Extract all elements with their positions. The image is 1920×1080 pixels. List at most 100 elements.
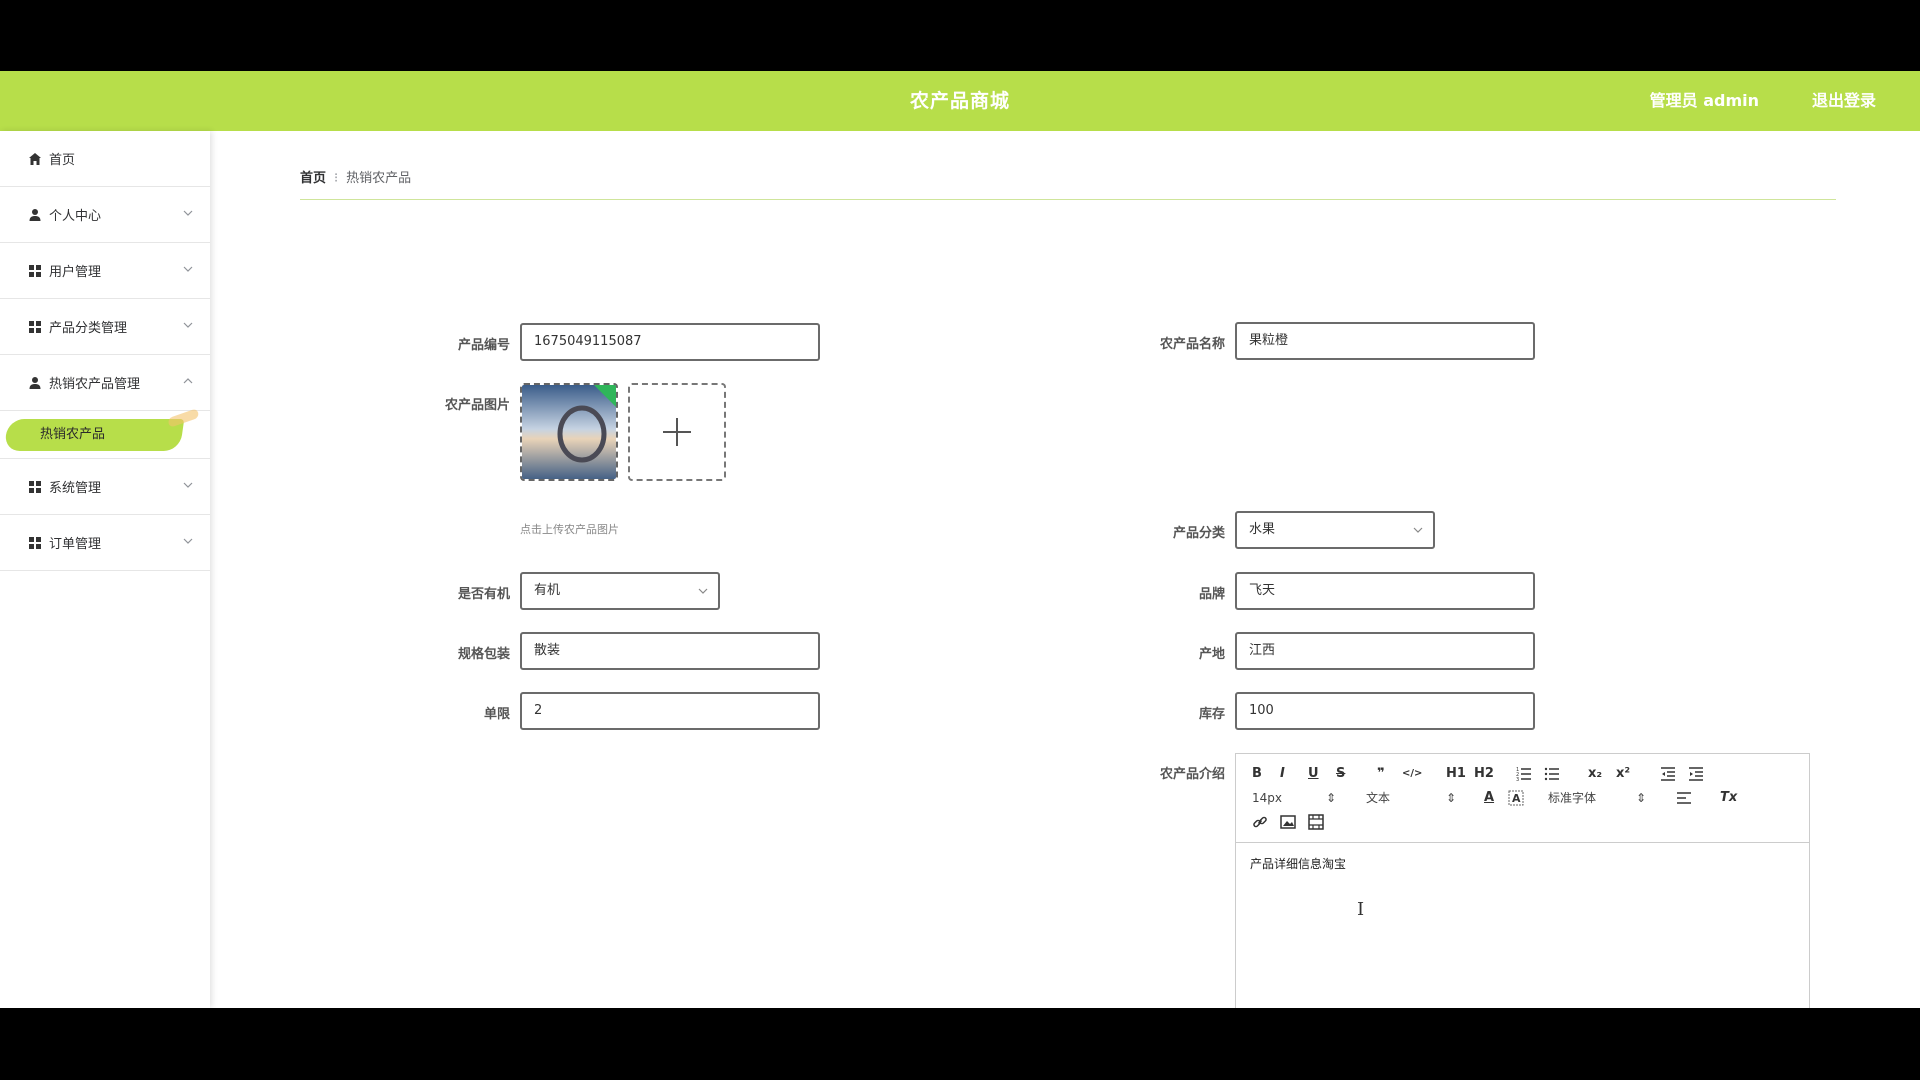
package-input[interactable]: 散装 (520, 632, 820, 670)
breadcrumb-home[interactable]: 首页 (300, 171, 326, 186)
home-icon (28, 152, 42, 166)
main-content: 首页 ⁝ 热销农产品 产品编号 1675049115087 农产品图片 点击上传… (210, 131, 1920, 1008)
organic-label: 是否有机 (457, 587, 510, 602)
user-icon (28, 208, 42, 222)
stock-input[interactable]: 100 (1235, 692, 1535, 730)
font-size-select[interactable]: 14px (1252, 790, 1282, 806)
sidebar-item-user-management[interactable]: 用户管理 (0, 243, 210, 299)
bullet-list-icon[interactable] (1544, 766, 1560, 786)
clear-format-icon[interactable]: Tx (1720, 790, 1737, 806)
category-select[interactable]: 水果 (1235, 511, 1435, 549)
sidebar-subitem-hot-products[interactable]: 热销农产品 (0, 411, 210, 459)
product-image-thumbnail[interactable] (520, 383, 618, 481)
limit-input[interactable]: 2 (520, 692, 820, 730)
svg-text:3: 3 (1516, 777, 1519, 782)
admin-user-label[interactable]: 管理员 admin (1650, 71, 1759, 131)
subscript-icon[interactable]: x₂ (1588, 766, 1602, 782)
superscript-icon[interactable]: x² (1616, 766, 1630, 782)
upload-add-button[interactable] (628, 383, 726, 481)
sidebar-item-label: 首页 (49, 153, 76, 168)
italic-icon[interactable]: I (1280, 766, 1285, 782)
grid-icon (28, 536, 42, 550)
grid-icon (28, 264, 42, 278)
grid-icon (28, 480, 42, 494)
product-name-input[interactable]: 果粒橙 (1235, 322, 1535, 360)
sidebar-item-category-management[interactable]: 产品分类管理 (0, 299, 210, 355)
origin-input[interactable]: 江西 (1235, 632, 1535, 670)
sidebar-item-order-management[interactable]: 订单管理 (0, 515, 210, 571)
text-cursor-icon: I (1357, 899, 1365, 920)
sidebar: 首页 个人中心 用户管理 产品分类管理 热销农产品管理 热销农产品 系统管理 订… (0, 131, 210, 1008)
h2-icon[interactable]: H2 (1474, 766, 1494, 782)
font-family-select[interactable]: 标准字体 (1548, 790, 1596, 806)
format-select[interactable]: 文本 (1366, 790, 1390, 806)
product-name-label: 农产品名称 (1159, 337, 1225, 352)
top-header: 农产品商城 管理员 admin 退出登录 (0, 71, 1920, 131)
breadcrumb-divider (300, 199, 1836, 200)
sidebar-item-home[interactable]: 首页 (0, 131, 210, 187)
sidebar-item-system-management[interactable]: 系统管理 (0, 459, 210, 515)
app-window: 农产品商城 管理员 admin 退出登录 首页 个人中心 用户管理 产品分类管理… (0, 71, 1920, 1008)
font-family-arrow-icon: ⇕ (1636, 791, 1647, 805)
origin-label: 产地 (1198, 647, 1225, 662)
sidebar-item-label: 订单管理 (49, 537, 102, 552)
brand-input[interactable]: 飞天 (1235, 572, 1535, 610)
underline-icon[interactable]: U (1308, 766, 1319, 782)
format-arrow-icon: ⇕ (1446, 791, 1457, 805)
organic-selected-value: 有机 (534, 583, 561, 598)
font-color-icon[interactable]: A (1484, 790, 1494, 806)
indent-icon[interactable] (1688, 766, 1704, 786)
plus-icon (663, 418, 691, 446)
chevron-down-icon (183, 538, 193, 544)
category-label: 产品分类 (1172, 526, 1225, 541)
package-label: 规格包装 (457, 647, 510, 662)
chevron-down-icon (183, 322, 193, 328)
sidebar-item-label: 系统管理 (49, 481, 102, 496)
strikethrough-icon[interactable]: S (1336, 766, 1345, 782)
chevron-up-icon (183, 378, 193, 384)
organic-select[interactable]: 有机 (520, 572, 720, 610)
link-icon[interactable] (1252, 814, 1268, 834)
video-icon[interactable] (1308, 814, 1324, 834)
code-icon[interactable]: </> (1402, 766, 1422, 782)
limit-label: 单限 (483, 707, 510, 722)
chevron-down-icon (1413, 527, 1423, 533)
user-icon (28, 376, 42, 390)
bold-icon[interactable]: B (1252, 766, 1262, 782)
chevron-down-icon (183, 210, 193, 216)
outdent-icon[interactable] (1660, 766, 1676, 786)
svg-text:A: A (1512, 792, 1521, 805)
background-color-icon[interactable]: A (1508, 790, 1524, 810)
image-icon[interactable] (1280, 814, 1296, 834)
editor-content-area[interactable]: 产品详细信息淘宝 I (1236, 843, 1809, 1008)
product-image-label: 农产品图片 (444, 398, 510, 413)
chevron-down-icon (183, 482, 193, 488)
intro-label: 农产品介绍 (1159, 767, 1225, 782)
editor-toolbar: B I U S ❞ </> H1 H2 123 x₂ x² 14px ⇕ 文本 … (1236, 754, 1809, 843)
product-no-label: 产品编号 (457, 338, 510, 353)
sidebar-item-personal-center[interactable]: 个人中心 (0, 187, 210, 243)
sidebar-item-label: 产品分类管理 (49, 321, 128, 336)
blockquote-icon[interactable]: ❞ (1377, 766, 1385, 782)
logout-link[interactable]: 退出登录 (1812, 71, 1876, 131)
sidebar-item-label: 用户管理 (49, 265, 102, 280)
brand-label: 品牌 (1198, 587, 1225, 602)
product-image (522, 385, 616, 479)
breadcrumb-separator: ⁝ (334, 171, 339, 186)
product-no-input[interactable]: 1675049115087 (520, 323, 820, 361)
editor-text: 产品详细信息淘宝 (1250, 857, 1347, 871)
category-selected-value: 水果 (1249, 522, 1276, 537)
font-size-arrow-icon: ⇕ (1326, 791, 1337, 805)
ordered-list-icon[interactable]: 123 (1516, 766, 1532, 786)
align-icon[interactable] (1676, 790, 1692, 810)
chevron-down-icon (183, 266, 193, 272)
sidebar-item-hot-products-management[interactable]: 热销农产品管理 (0, 355, 210, 411)
chevron-down-icon (698, 588, 708, 594)
rich-text-editor: B I U S ❞ </> H1 H2 123 x₂ x² 14px ⇕ 文本 … (1235, 753, 1810, 1008)
upload-hint: 点击上传农产品图片 (520, 523, 619, 536)
breadcrumb-current: 热销农产品 (346, 171, 412, 186)
h1-icon[interactable]: H1 (1446, 766, 1466, 782)
stock-label: 库存 (1198, 707, 1225, 722)
sidebar-subitem-label: 热销农产品 (40, 427, 106, 442)
breadcrumb: 首页 ⁝ 热销农产品 (300, 167, 411, 186)
